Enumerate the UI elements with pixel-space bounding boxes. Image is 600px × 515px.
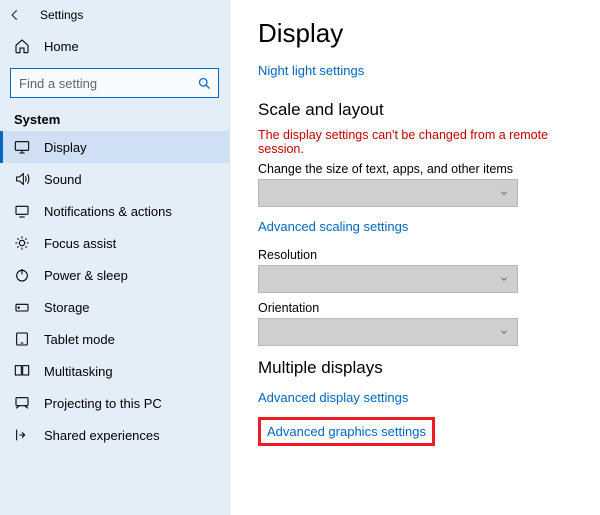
display-icon [14, 139, 30, 155]
highlight-box: Advanced graphics settings [258, 417, 435, 446]
sidebar-item-label: Multitasking [44, 364, 113, 379]
sidebar-item-storage[interactable]: Storage [0, 291, 229, 323]
titlebar: Settings [0, 6, 229, 30]
sidebar-item-label: Home [44, 39, 79, 54]
scale-layout-heading: Scale and layout [258, 100, 578, 120]
chevron-down-icon [499, 274, 509, 284]
multiple-displays-heading: Multiple displays [258, 358, 578, 378]
sidebar-item-power-sleep[interactable]: Power & sleep [0, 259, 229, 291]
sidebar-item-label: Focus assist [44, 236, 116, 251]
sidebar-item-display[interactable]: Display [0, 131, 229, 163]
power-icon [14, 267, 30, 283]
chevron-down-icon [499, 188, 509, 198]
sidebar-item-label: Sound [44, 172, 82, 187]
resolution-dropdown[interactable] [258, 265, 518, 293]
sidebar-item-tablet-mode[interactable]: Tablet mode [0, 323, 229, 355]
advanced-scaling-link[interactable]: Advanced scaling settings [258, 219, 408, 234]
chevron-down-icon [499, 327, 509, 337]
sidebar-item-label: Power & sleep [44, 268, 128, 283]
main-content: Display Night light settings Scale and l… [230, 0, 600, 515]
sidebar-item-home[interactable]: Home [0, 30, 229, 62]
sidebar-item-label: Shared experiences [44, 428, 160, 443]
orientation-label: Orientation [258, 301, 578, 315]
sidebar-item-label: Display [44, 140, 87, 155]
sidebar-item-focus-assist[interactable]: Focus assist [0, 227, 229, 259]
text-size-dropdown[interactable] [258, 179, 518, 207]
sidebar-item-notifications[interactable]: Notifications & actions [0, 195, 229, 227]
search-wrap [0, 62, 229, 102]
search-input[interactable] [19, 76, 197, 91]
sidebar-item-multitasking[interactable]: Multitasking [0, 355, 229, 387]
sidebar-item-label: Notifications & actions [44, 204, 172, 219]
focus-assist-icon [14, 235, 30, 251]
sidebar: Settings Home System Display [0, 0, 230, 515]
remote-session-warning: The display settings can't be changed fr… [258, 128, 578, 156]
search-icon [197, 76, 212, 91]
sidebar-item-label: Projecting to this PC [44, 396, 162, 411]
search-box[interactable] [10, 68, 219, 98]
sidebar-item-sound[interactable]: Sound [0, 163, 229, 195]
sidebar-item-projecting[interactable]: Projecting to this PC [0, 387, 229, 419]
advanced-graphics-link[interactable]: Advanced graphics settings [267, 424, 426, 439]
sidebar-item-label: Tablet mode [44, 332, 115, 347]
page-title: Display [258, 18, 578, 49]
sidebar-section-label: System [0, 102, 229, 131]
tablet-icon [14, 331, 30, 347]
night-light-link[interactable]: Night light settings [258, 63, 364, 78]
advanced-display-link[interactable]: Advanced display settings [258, 390, 408, 405]
storage-icon [14, 299, 30, 315]
resolution-label: Resolution [258, 248, 578, 262]
projecting-icon [14, 395, 30, 411]
orientation-dropdown[interactable] [258, 318, 518, 346]
text-size-label: Change the size of text, apps, and other… [258, 162, 578, 176]
back-icon[interactable] [8, 8, 22, 22]
home-icon [14, 38, 30, 54]
sidebar-item-label: Storage [44, 300, 90, 315]
shared-exp-icon [14, 427, 30, 443]
multitasking-icon [14, 363, 30, 379]
window-title: Settings [40, 8, 83, 22]
notifications-icon [14, 203, 30, 219]
settings-window: Settings Home System Display [0, 0, 600, 515]
sidebar-item-shared-exp[interactable]: Shared experiences [0, 419, 229, 451]
sound-icon [14, 171, 30, 187]
